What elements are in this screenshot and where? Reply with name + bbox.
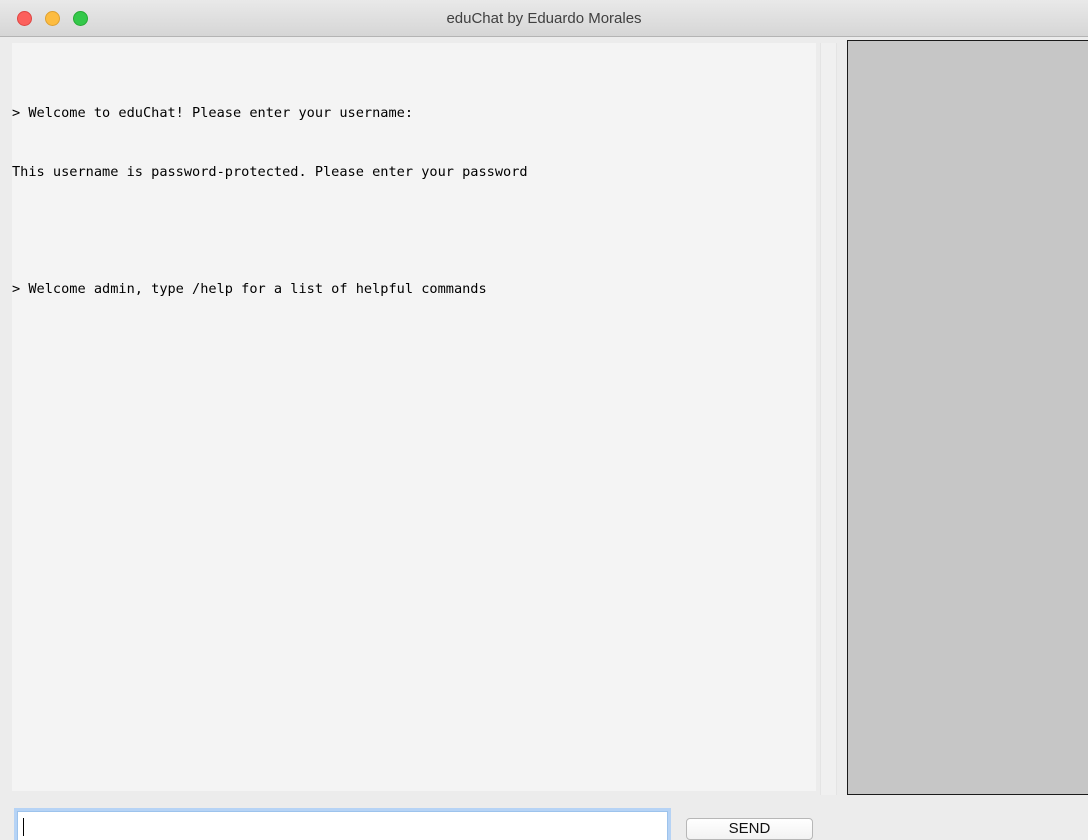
window-title: eduChat by Eduardo Morales — [446, 10, 642, 27]
text-caret — [23, 818, 24, 836]
chat-line: > Welcome admin, type /help for a list o… — [12, 280, 487, 297]
app-window: eduChat by Eduardo Morales > Welcome to … — [0, 0, 1088, 840]
send-button[interactable]: SEND — [686, 818, 813, 840]
users-panel — [847, 40, 1088, 795]
chat-log: > Welcome to eduChat! Please enter your … — [12, 43, 816, 791]
chat-line — [12, 221, 816, 241]
message-input[interactable] — [17, 811, 668, 840]
chat-scrollbar[interactable] — [820, 43, 837, 795]
chat-line: > Welcome to eduChat! Please enter your … — [12, 105, 414, 121]
title-bar: eduChat by Eduardo Morales — [0, 0, 1088, 37]
chat-line: This username is password-protected. Ple… — [12, 163, 528, 180]
